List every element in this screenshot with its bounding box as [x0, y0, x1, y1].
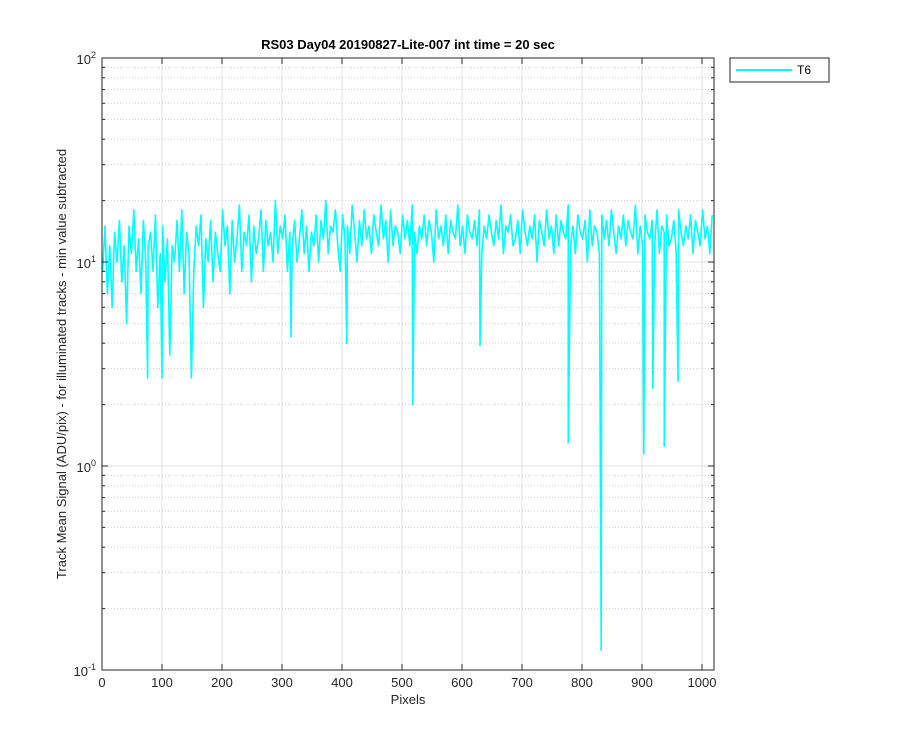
x-tick-label: 200: [211, 675, 233, 690]
figure-background: [0, 0, 900, 750]
y-axis-label: Track Mean Signal (ADU/pix) - for illumi…: [54, 149, 69, 579]
chart-title: RS03 Day04 20190827-Lite-007 int time = …: [261, 37, 555, 52]
x-tick-label: 500: [391, 675, 413, 690]
x-tick-label: 700: [511, 675, 533, 690]
x-tick-label: 600: [451, 675, 473, 690]
x-tick-label: 100: [151, 675, 173, 690]
x-tick-label: 900: [631, 675, 653, 690]
x-axis-label: Pixels: [391, 692, 426, 707]
x-tick-label: 400: [331, 675, 353, 690]
x-tick-label: 800: [571, 675, 593, 690]
figure: RS03 Day04 20190827-Lite-007 int time = …: [0, 0, 900, 750]
x-tick-label: 300: [271, 675, 293, 690]
x-tick-label: 1000: [688, 675, 717, 690]
legend: T6: [729, 57, 830, 83]
legend-label-t6: T6: [797, 63, 811, 77]
x-tick-label: 0: [98, 675, 105, 690]
